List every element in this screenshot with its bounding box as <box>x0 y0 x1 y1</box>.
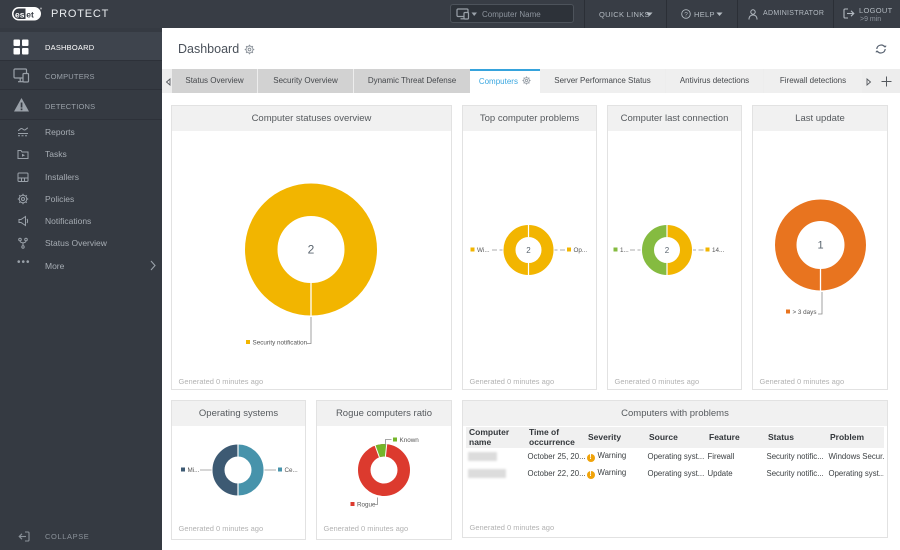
svg-text:?: ? <box>684 11 688 18</box>
svg-text:et: et <box>26 9 34 19</box>
svg-text:es: es <box>15 9 25 19</box>
